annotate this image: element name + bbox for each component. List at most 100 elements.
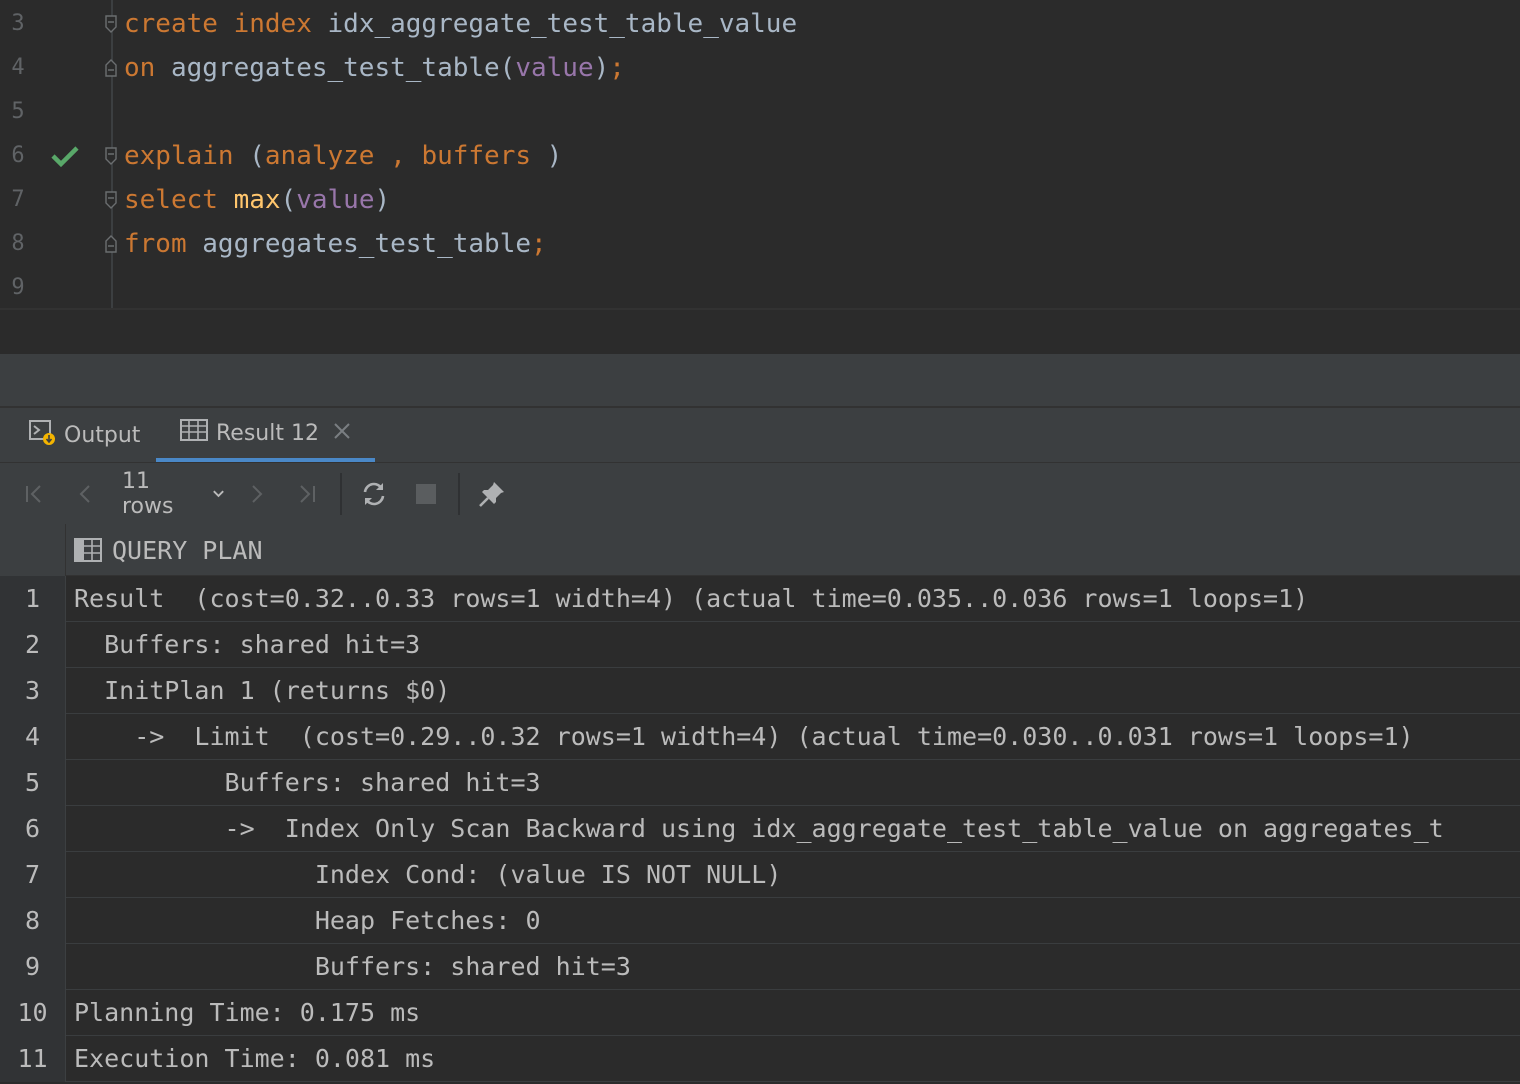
row-number[interactable]: 10 [0,990,66,1036]
console-output-icon [28,418,56,452]
tab-result-label: Result 12 [216,420,319,446]
row-number[interactable]: 11 [0,1036,66,1082]
code-token: ) [531,141,563,171]
row-number[interactable]: 2 [0,622,66,668]
code-token: on [124,53,156,83]
query-plan-cell[interactable]: Execution Time: 0.081 ms [74,1036,1520,1082]
grid-header: QUERY PLAN [0,524,1520,576]
table-row[interactable]: 7 Index Cond: (value IS NOT NULL) [0,852,1520,898]
table-row[interactable]: 1 Result (cost=0.32..0.33 rows=1 width=4)… [0,576,1520,622]
code-token: idx_aggregate_test_table_value [311,9,798,39]
table-row[interactable]: 3 InitPlan 1 (returns $0) [0,668,1520,714]
prev-page-icon [79,485,90,503]
editor-line[interactable]: 7 select max(value) [0,178,1520,222]
next-page-button[interactable] [242,463,272,525]
first-page-button[interactable] [18,463,50,525]
stop-button[interactable] [410,463,442,525]
editor-line[interactable]: 3 create index idx_aggregate_test_table_v… [0,2,1520,46]
tab-output[interactable]: Output [28,408,140,462]
line-number: 7 [11,187,25,212]
tab-result[interactable]: Result 12 [156,408,375,462]
pin-icon [479,482,504,507]
code-token: ( [280,185,297,215]
code-token: analyze [264,141,375,171]
table-row[interactable]: 4 -> Limit (cost=0.29..0.32 rows=1 width… [0,714,1520,760]
fold-marker-icon[interactable] [104,14,118,34]
row-number[interactable]: 1 [0,576,66,622]
code-token: ) [374,185,391,215]
query-plan-cell[interactable]: InitPlan 1 (returns $0) [74,668,1520,714]
editor-line[interactable]: 5 [0,90,1520,134]
query-plan-cell[interactable]: Heap Fetches: 0 [74,898,1520,944]
pin-tab-button[interactable] [474,463,510,525]
editor-line[interactable]: 8 from aggregates_test_table; [0,222,1520,266]
row-number[interactable]: 4 [0,714,66,760]
query-plan-cell[interactable]: Buffers: shared hit=3 [74,760,1520,806]
code-token: value [515,53,594,83]
refresh-icon [363,482,385,506]
prev-page-button[interactable] [70,463,100,525]
editor-line[interactable]: 9 [0,266,1520,310]
table-row[interactable]: 5 Buffers: shared hit=3 [0,760,1520,806]
code-token: aggregates_test_table( [155,53,516,83]
code-token: aggregates_test_table [186,229,531,259]
query-plan-cell[interactable]: Index Cond: (value IS NOT NULL) [74,852,1520,898]
code-token: from [124,229,187,259]
results-grid[interactable]: QUERY PLAN 1 Result (cost=0.32..0.33 rows… [0,524,1520,1084]
line-number: 4 [11,55,25,80]
query-plan-cell[interactable]: Buffers: shared hit=3 [74,622,1520,668]
row-number[interactable]: 6 [0,806,66,852]
code-token: ; [609,53,625,83]
sql-editor[interactable]: 3 create index idx_aggregate_test_table_v… [0,0,1520,310]
row-number[interactable]: 7 [0,852,66,898]
query-plan-cell[interactable]: -> Index Only Scan Backward using idx_ag… [74,806,1520,852]
close-icon[interactable] [333,421,351,446]
rows-count-label: 11 rows [122,469,174,519]
column-header-query-plan[interactable]: QUERY PLAN [74,524,263,576]
line-number: 3 [11,11,25,36]
column-table-icon [74,538,102,562]
editor-line[interactable]: 6 explain (analyze , buffers ) [0,134,1520,178]
chevron-down-icon [213,490,224,498]
editor-line[interactable]: 4 on aggregates_test_table(value); [0,46,1520,90]
last-page-icon [300,485,315,503]
row-number[interactable]: 5 [0,760,66,806]
table-row[interactable]: 2 Buffers: shared hit=3 [0,622,1520,668]
table-row[interactable]: 6 -> Index Only Scan Backward using idx_… [0,806,1520,852]
code-text: from aggregates_test_table; [124,222,547,266]
table-row[interactable]: 9 Buffers: shared hit=3 [0,944,1520,990]
last-page-button[interactable] [290,463,324,525]
fold-marker-icon[interactable] [104,234,118,254]
code-token: , [374,141,422,171]
code-token: ) [593,53,610,83]
query-plan-cell[interactable]: Result (cost=0.32..0.33 rows=1 width=4) … [74,576,1520,622]
query-plan-cell[interactable]: Buffers: shared hit=3 [74,944,1520,990]
row-number[interactable]: 9 [0,944,66,990]
code-token: index [233,9,312,39]
code-token: ; [531,229,547,259]
refresh-button[interactable] [356,463,392,525]
fold-marker-icon[interactable] [104,146,118,166]
table-row[interactable]: 10 Planning Time: 0.175 ms [0,990,1520,1036]
table-row[interactable]: 11 Execution Time: 0.081 ms [0,1036,1520,1082]
next-page-icon [252,485,263,503]
grid-corner[interactable] [0,524,66,576]
code-token: buffers [421,141,532,171]
row-number[interactable]: 3 [0,668,66,714]
code-text: explain (analyze , buffers ) [124,134,562,178]
code-text: on aggregates_test_table(value); [124,46,625,90]
query-plan-cell[interactable]: -> Limit (cost=0.29..0.32 rows=1 width=4… [74,714,1520,760]
line-number: 9 [11,275,25,300]
rows-dropdown[interactable]: 11 rows [122,463,226,525]
check-icon [50,144,80,168]
fold-marker-icon[interactable] [104,58,118,78]
panel-splitter[interactable] [0,354,1520,406]
row-number[interactable]: 8 [0,898,66,944]
code-text: select max(value) [124,178,390,222]
query-plan-cell[interactable]: Planning Time: 0.175 ms [74,990,1520,1036]
table-row[interactable]: 8 Heap Fetches: 0 [0,898,1520,944]
column-header-label: QUERY PLAN [112,535,263,565]
code-text: create index idx_aggregate_test_table_va… [124,2,797,46]
fold-marker-icon[interactable] [104,190,118,210]
